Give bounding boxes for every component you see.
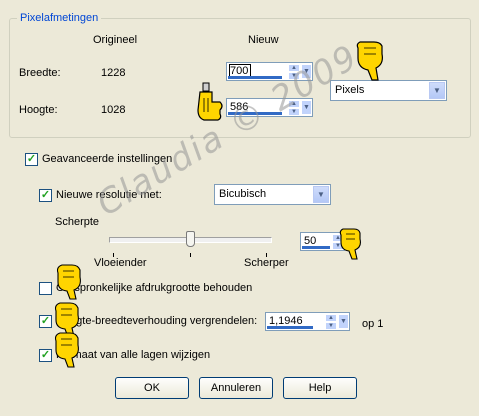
pointing-hand-icon xyxy=(356,41,383,81)
advanced-checkbox[interactable]: ✓ xyxy=(25,153,38,166)
group-title: Pixelafmetingen xyxy=(17,12,102,24)
height-original-value: 1028 xyxy=(101,104,126,116)
pointing-hand-icon xyxy=(54,332,79,368)
ok-button-label: OK xyxy=(144,382,160,394)
chevron-down-icon[interactable]: ▼ xyxy=(313,186,329,203)
resample-method-value: Bicubisch xyxy=(219,188,267,200)
cancel-button[interactable]: Annuleren xyxy=(199,377,273,399)
sharpness-left-label: Vloeiender xyxy=(94,257,147,269)
sharpness-label: Scherpte xyxy=(55,216,100,228)
slider-tick xyxy=(190,253,191,257)
chevron-down-icon[interactable]: ▼ xyxy=(429,82,445,99)
sharpness-slider-thumb[interactable] xyxy=(186,231,195,247)
pointing-hand-icon xyxy=(56,264,81,300)
resample-method-select[interactable]: Bicubisch ▼ xyxy=(214,184,331,205)
help-button-label: Help xyxy=(308,382,332,394)
height-label: Hoogte: xyxy=(19,104,58,116)
aspect-ratio-suffix: op 1 xyxy=(362,318,384,330)
original-column-header: Origineel xyxy=(93,34,138,46)
pointing-hand-icon xyxy=(197,82,223,121)
ok-button[interactable]: OK xyxy=(115,377,189,399)
aspect-spin-arrows[interactable]: ▲ ▼ xyxy=(325,314,337,330)
aspect-ratio-spinbox[interactable]: 1,1946 ▲ ▼ ▼ xyxy=(265,312,350,331)
aspect-ratio-level-bar xyxy=(267,326,313,329)
pointing-hand-icon xyxy=(339,228,361,260)
new-column-header: Nieuw xyxy=(248,34,279,46)
help-button[interactable]: Help xyxy=(283,377,357,399)
cancel-button-label: Annuleren xyxy=(210,382,262,394)
aspect-dropdown-icon[interactable]: ▼ xyxy=(338,314,349,329)
resolution-checkbox[interactable]: ✓ xyxy=(39,189,52,202)
width-label: Breedte: xyxy=(19,67,61,79)
sharpness-level-bar xyxy=(302,246,330,249)
sharpness-right-label: Scherper xyxy=(244,257,289,269)
width-original-value: 1228 xyxy=(101,67,126,79)
